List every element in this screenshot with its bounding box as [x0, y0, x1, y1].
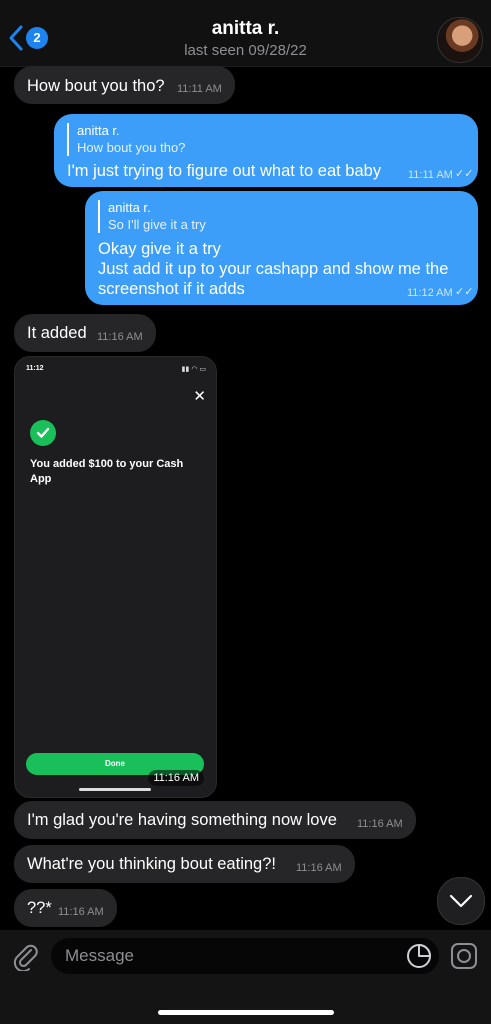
message-text: It added — [27, 324, 87, 342]
read-check-icon: ✓✓ — [455, 168, 474, 180]
camera-button[interactable] — [450, 942, 478, 975]
attach-button[interactable] — [10, 941, 40, 976]
message-time: 11:12 AM — [407, 287, 453, 299]
message-bubble-outgoing[interactable]: anitta r. So I'll give it a try Okay giv… — [85, 191, 478, 305]
camera-icon — [451, 943, 477, 969]
message-bubble-incoming[interactable]: I'm glad you're having something now lov… — [14, 801, 416, 839]
last-seen-status: last seen 09/28/22 — [184, 42, 307, 59]
contact-name[interactable]: anitta r. — [0, 18, 491, 40]
message-line: screenshot if it adds — [98, 280, 245, 298]
message-time: 11:11 AM — [177, 83, 222, 95]
message-text: I'm just trying to figure out what to ea… — [67, 162, 382, 180]
checkmark-icon — [30, 420, 56, 446]
reply-author: anitta r. — [77, 123, 120, 138]
message-time: 11:11 AM — [408, 169, 453, 181]
scroll-to-bottom-button[interactable] — [437, 877, 485, 925]
message-line: Just add it up to your cashapp and show … — [98, 260, 449, 278]
message-bubble-incoming[interactable]: What're you thinking bout eating?! 11:16… — [14, 845, 355, 883]
image-confirmation-text: You added $100 to your Cash App — [30, 458, 184, 485]
chat-header: 2 anitta r. last seen 09/28/22 — [0, 0, 491, 67]
message-time: 11:16 AM — [58, 906, 104, 918]
image-home-indicator — [79, 788, 151, 791]
paperclip-icon — [13, 944, 38, 973]
message-bubble-incoming[interactable]: ??* 11:16 AM — [14, 889, 117, 927]
message-text: How bout you tho? — [27, 77, 165, 95]
message-bubble-incoming[interactable]: It added 11:16 AM — [14, 314, 156, 352]
sticker-icon — [407, 944, 431, 968]
read-check-icon: ✓✓ — [455, 286, 474, 298]
message-time: 11:16 AM — [357, 818, 403, 830]
message-line: Okay give it a try — [98, 240, 221, 258]
sticker-button[interactable] — [405, 942, 433, 975]
message-text: What're you thinking bout eating?! — [27, 855, 276, 873]
home-indicator — [158, 1010, 334, 1015]
reply-text: So I'll give it a try — [108, 217, 206, 232]
contact-avatar[interactable] — [437, 17, 483, 63]
message-bubble-incoming[interactable]: How bout you tho? 11:11 AM — [14, 66, 235, 104]
message-time: 11:16 AM — [97, 331, 143, 343]
message-time: 11:16 AM — [296, 862, 342, 874]
message-input[interactable]: Message — [51, 938, 439, 974]
reply-quote[interactable]: anitta r. How bout you tho? — [67, 123, 185, 156]
message-text: ??* — [27, 899, 52, 917]
status-icons: ▮▮ ◠ ▭ — [181, 366, 206, 373]
message-bubble-outgoing[interactable]: anitta r. How bout you tho? I'm just try… — [54, 114, 478, 187]
message-composer: Message — [0, 930, 491, 1024]
image-status-time: 11:12 — [26, 365, 44, 372]
image-message[interactable]: 11:12 ▮▮ ◠ ▭ ✕ You added $100 to your Ca… — [14, 356, 217, 798]
chevron-down-icon — [449, 894, 473, 908]
reply-quote[interactable]: anitta r. So I'll give it a try — [98, 200, 206, 233]
close-icon: ✕ — [193, 388, 206, 405]
reply-text: How bout you tho? — [77, 140, 186, 155]
message-time: 11:16 AM — [148, 770, 204, 786]
reply-author: anitta r. — [108, 200, 151, 215]
message-text: I'm glad you're having something now lov… — [27, 811, 337, 829]
